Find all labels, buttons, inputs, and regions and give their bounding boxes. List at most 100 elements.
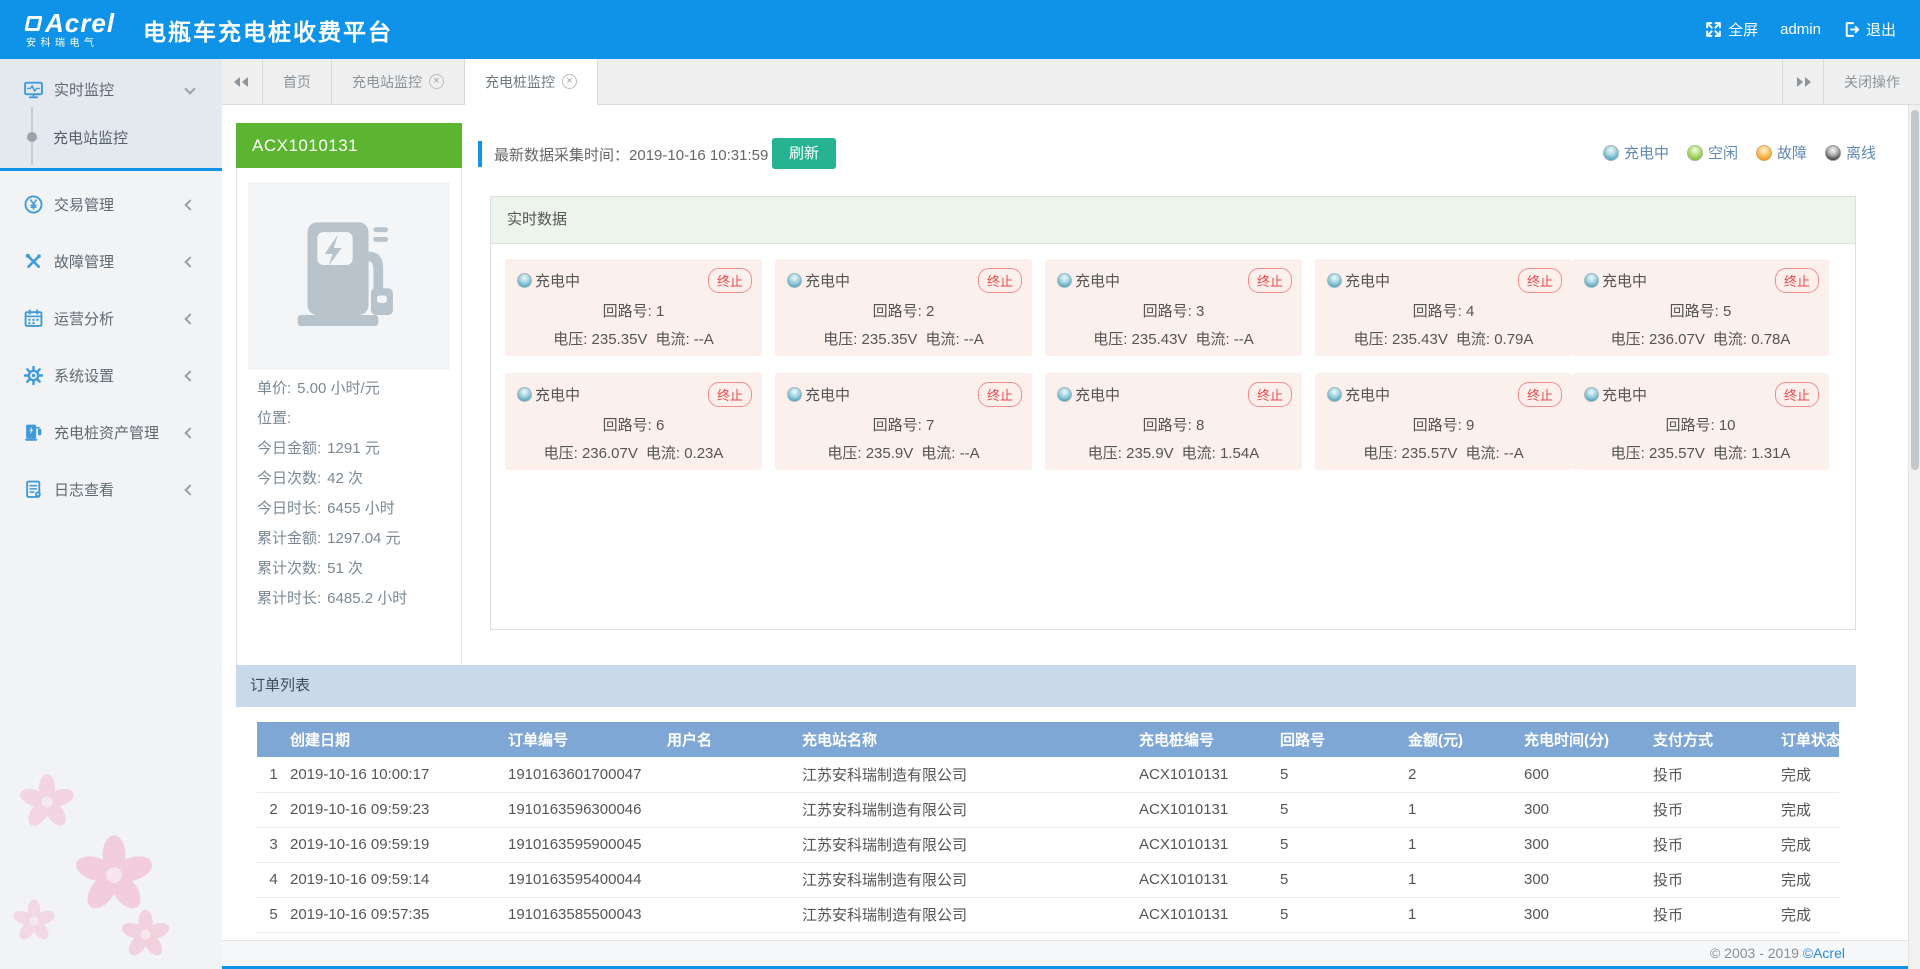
charging-status-icon [1057,273,1072,288]
acrel-logo-mark-icon [24,16,42,31]
order-index: 1 [257,757,290,792]
chevron-left-icon [184,484,195,495]
circuit-number: 回路号: 3 [1057,300,1290,321]
voltage-current: 电压: 235.9V电流: 1.54A [1057,442,1290,463]
order-row[interactable]: 3 2019-10-16 09:59:19 1910163595900045 江… [257,827,1839,862]
voltage-current: 电压: 235.9V电流: --A [787,442,1020,463]
sidebar-item-pile-assets[interactable]: 充电桩资产管理 [0,404,222,461]
sakura-decoration [16,771,78,833]
col-created-date: 创建日期 [290,722,508,757]
tabs-scroll-left-button[interactable] [222,59,263,104]
username[interactable]: admin [1780,21,1821,38]
footer-brand-link[interactable]: ©Acrel [1803,945,1845,961]
sakura-decoration [118,907,173,962]
card-status-label: 充电中 [805,273,850,290]
stop-charging-button[interactable]: 终止 [1518,382,1562,407]
sidebar-item-realtime-monitor[interactable]: 实时监控 [0,67,222,111]
page-title: 电瓶车充电桩收费平台 [143,13,393,47]
realtime-section-title: 实时数据 [491,197,1855,244]
voltage-current: 电压: 236.07V电流: 0.23A [517,442,750,463]
order-pay: 投币 [1653,827,1781,862]
stop-charging-button[interactable]: 终止 [978,268,1022,293]
col-order-no: 订单编号 [508,722,667,757]
circuit-card: 充电中 终止 回路号: 10 电压: 235.57V电流: 1.31A [1572,373,1829,470]
circuit-number: 回路号: 8 [1057,414,1290,435]
sidebar-item-logs[interactable]: 日志查看 [0,461,222,518]
card-status-label: 充电中 [1345,273,1390,290]
card-status-label: 充电中 [535,273,580,290]
col-pile-no: 充电桩编号 [1139,722,1280,757]
order-amount: 2 [1408,757,1524,792]
stop-charging-button[interactable]: 终止 [708,382,752,407]
stop-charging-button[interactable]: 终止 [1248,382,1292,407]
sidebar-item-settings[interactable]: 系统设置 [0,347,222,404]
circuit-number: 回路号: 7 [787,414,1020,435]
sidebar-item-transactions[interactable]: 交易管理 [0,176,222,233]
legend-idle: 空闲 [1687,142,1738,163]
order-date: 2019-10-16 10:00:17 [290,757,508,792]
fullscreen-button[interactable]: 全屏 [1705,19,1758,40]
order-row[interactable]: 1 2019-10-16 10:00:17 1910163601700047 江… [257,757,1839,792]
refresh-button[interactable]: 刷新 [772,138,836,169]
tab-station-monitor[interactable]: 充电站监控 [332,59,465,104]
tab-pile-monitor[interactable]: 充电桩监控 [465,59,598,105]
tabs-scroll-right-button[interactable] [1782,59,1823,104]
charging-status-icon [1584,387,1599,402]
order-status: 完成 [1781,897,1839,932]
scrollbar-thumb[interactable] [1911,110,1919,470]
order-circuit: 5 [1280,827,1408,862]
stop-charging-button[interactable]: 终止 [978,382,1022,407]
order-user [667,792,802,827]
order-row[interactable]: 5 2019-10-16 09:57:35 1910163585500043 江… [257,897,1839,932]
legend-charging: 充电中 [1603,142,1669,163]
order-pile: ACX1010131 [1139,862,1280,897]
data-toolbar: 最新数据采集时间：2019-10-16 10:31:59 刷新 充电中 空闲 故… [478,133,1876,173]
logout-button[interactable]: 退出 [1843,19,1896,40]
log-document-icon [24,480,43,499]
sidebar-item-faults[interactable]: 故障管理 [0,233,222,290]
order-user [667,897,802,932]
chevron-left-icon [184,256,195,267]
sidebar-item-analysis[interactable]: 运营分析 [0,290,222,347]
charging-status-icon [517,273,532,288]
latest-collection-time: 最新数据采集时间：2019-10-16 10:31:59 [494,144,768,165]
order-pile: ACX1010131 [1139,757,1280,792]
stop-charging-button[interactable]: 终止 [1775,382,1819,407]
circuit-number: 回路号: 4 [1327,300,1560,321]
order-index: 2 [257,792,290,827]
transaction-icon [24,195,43,214]
sakura-decoration [70,831,158,919]
order-number: 1910163595900045 [508,827,667,862]
close-operations-dropdown[interactable]: 关闭操作 [1823,59,1920,104]
order-row[interactable]: 2 2019-10-16 09:59:23 1910163596300046 江… [257,792,1839,827]
tab-close-icon[interactable] [562,74,577,89]
sidebar-menu: 交易管理 故障管理 [0,176,222,518]
col-username: 用户名 [667,722,802,757]
stop-charging-button[interactable]: 终止 [1518,268,1562,293]
sidebar: 实时监控 充电站监控 交易管理 [0,59,222,969]
tab-close-icon[interactable] [429,74,444,89]
sidebar-group-realtime: 实时监控 充电站监控 [0,59,222,171]
stop-charging-button[interactable]: 终止 [708,268,752,293]
charging-status-icon [787,387,802,402]
order-status: 完成 [1781,862,1839,897]
order-station: 江苏安科瑞制造有限公司 [802,862,1139,897]
circuit-card: 充电中 终止 回路号: 2 电压: 235.35V电流: --A [775,259,1032,356]
vertical-scrollbar[interactable] [1908,105,1920,969]
stop-charging-button[interactable]: 终止 [1248,268,1292,293]
tab-home[interactable]: 首页 [263,59,332,104]
card-status-label: 充电中 [1602,387,1647,404]
order-minutes: 300 [1524,792,1653,827]
order-row[interactable]: 4 2019-10-16 09:59:14 1910163595400044 江… [257,862,1839,897]
station-info-panel: ACX1010131 单价:5.00 小时/元 位置: 今日金额:1291 元 … [236,168,462,685]
order-pay: 投币 [1653,792,1781,827]
sidebar-subitem-label: 充电站监控 [53,127,128,148]
sidebar-item-station-monitor[interactable]: 充电站监控 [0,111,222,163]
order-station: 江苏安科瑞制造有限公司 [802,757,1139,792]
card-status-label: 充电中 [1075,387,1120,404]
stop-charging-button[interactable]: 终止 [1775,268,1819,293]
stat-unit-price: 单价:5.00 小时/元 [257,374,452,404]
voltage-current: 电压: 235.35V电流: --A [787,328,1020,349]
order-number: 1910163601700047 [508,757,667,792]
double-right-arrow-icon [1797,77,1803,87]
